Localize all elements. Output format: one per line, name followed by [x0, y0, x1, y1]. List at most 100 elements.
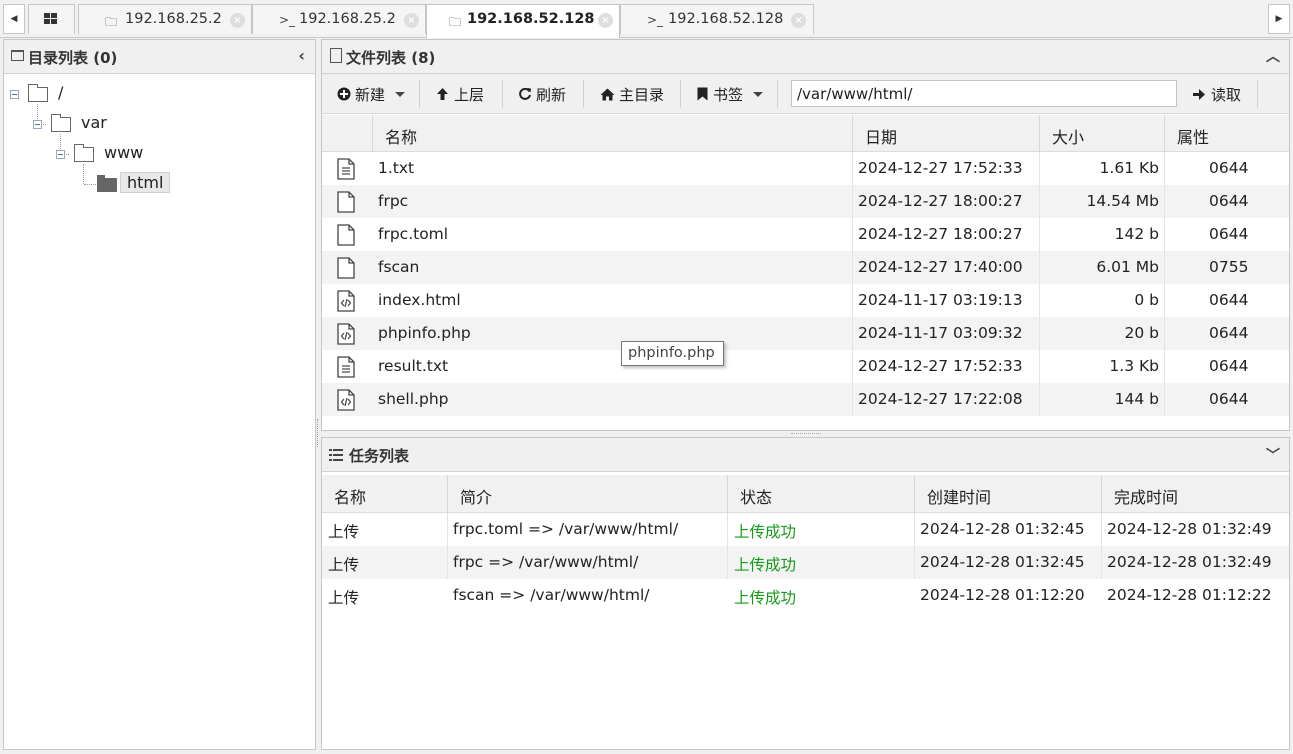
header-task-created[interactable]: 创建时间 — [915, 475, 1102, 513]
parent-dir-button[interactable]: 上层 — [436, 82, 484, 106]
path-input[interactable] — [791, 80, 1177, 107]
tab-scroll-left-button[interactable]: ◀ — [3, 4, 25, 34]
task-row[interactable]: 上传 fscan => /var/www/html/上传成功 2024-12-28 … — [322, 579, 1289, 612]
tab-label: 192.168.25.2 — [125, 11, 222, 27]
folder-open-icon — [97, 175, 117, 192]
file-name[interactable]: 1.txt — [378, 152, 414, 185]
plus-circle-icon — [337, 87, 351, 101]
chevron-down-icon — [395, 91, 406, 97]
task-panel: 任务列表 ﹀ 名称 简介 状态 创建时间 完成时间 上传 frpc.toml =>… — [321, 437, 1290, 750]
new-button[interactable]: 新建 — [337, 82, 406, 106]
toolbar-divider — [777, 80, 778, 108]
file-name[interactable]: phpinfo.php — [378, 317, 471, 350]
file-row[interactable]: 1.txt 2024-12-27 17:52:33 1.61 Kb 0644 — [322, 152, 1289, 185]
close-icon[interactable]: × — [791, 13, 806, 28]
file-date: 2024-12-27 18:00:27 — [858, 192, 1023, 210]
column-divider — [727, 513, 728, 579]
task-row[interactable]: 上传 frpc.toml => /var/www/html/上传成功 2024-12… — [322, 513, 1289, 546]
header-task-finished[interactable]: 完成时间 — [1102, 475, 1289, 513]
file-row[interactable]: shell.php 2024-12-27 17:22:08 144 b 0644 — [322, 383, 1289, 416]
task-status: 上传成功 — [734, 523, 797, 541]
file-row[interactable]: fscan 2024-12-27 17:40:00 6.01 Mb 0755 — [322, 251, 1289, 284]
file-name[interactable]: index.html — [378, 284, 461, 317]
file-row[interactable]: index.html 2024-11-17 03:19:13 0 b 0644 — [322, 284, 1289, 317]
refresh-button[interactable]: 刷新 — [518, 82, 566, 106]
task-created: 2024-12-28 01:32:45 — [920, 520, 1085, 538]
collapse-toggle-icon[interactable] — [56, 150, 65, 159]
file-name[interactable]: fscan — [378, 251, 419, 284]
bookmark-icon — [697, 87, 708, 101]
file-row[interactable]: frpc.toml 2024-12-27 18:00:27 142 b 0644 — [322, 218, 1289, 251]
bookmark-button[interactable]: 书签 — [697, 82, 764, 106]
header-task-status[interactable]: 状态 — [728, 475, 915, 513]
file-name[interactable]: frpc — [378, 185, 408, 218]
file-date: 2024-11-17 03:19:13 — [858, 291, 1023, 309]
tree-node-www[interactable]: www — [4, 142, 304, 166]
refresh-label: 刷新 — [536, 85, 567, 104]
file-name[interactable]: frpc.toml — [378, 218, 448, 251]
file-icon — [337, 191, 355, 213]
code-file-icon — [337, 323, 355, 345]
header-task-desc[interactable]: 简介 — [448, 475, 728, 513]
task-desc: frpc => /var/www/html/ — [453, 553, 639, 571]
file-attr: 0644 — [1209, 390, 1249, 408]
read-button[interactable]: 读取 — [1192, 82, 1241, 106]
collapse-up-icon[interactable]: ︿ — [1266, 46, 1280, 66]
terminal-icon: >_ — [647, 13, 664, 27]
file-row[interactable]: result.txt 2024-12-27 17:52:33 1.3 Kb 0644 — [322, 350, 1289, 383]
home-dir-button[interactable]: 主目录 — [600, 82, 664, 106]
close-icon[interactable]: × — [598, 13, 613, 28]
tree-node-var[interactable]: var — [4, 112, 304, 136]
file-row[interactable]: frpc 2024-12-27 18:00:27 14.54 Mb 0644 — [322, 185, 1289, 218]
tab-terminal-192-168-25-2[interactable]: >_ 192.168.25.2 × — [252, 4, 426, 34]
tab-scroll-right-button[interactable]: ▶ — [1268, 4, 1290, 34]
tree-node-html[interactable]: html — [4, 172, 304, 196]
splitter-grip[interactable] — [317, 419, 319, 447]
file-size: 1.61 Kb — [1099, 159, 1159, 177]
tree-node-label[interactable]: / — [58, 83, 63, 102]
file-attr: 0755 — [1209, 258, 1249, 276]
file-size: 20 b — [1124, 324, 1160, 342]
folder-icon: 🗀 — [105, 15, 118, 29]
header-name[interactable]: 名称 — [373, 115, 853, 152]
file-name[interactable]: shell.php — [378, 383, 448, 416]
toolbar-divider — [680, 80, 681, 108]
text-file-icon — [337, 158, 355, 180]
code-file-icon — [337, 389, 355, 411]
file-size: 142 b — [1114, 225, 1159, 243]
bookmark-label: 书签 — [713, 85, 744, 104]
tree-node-label[interactable]: www — [104, 143, 143, 162]
task-finished: 2024-12-28 01:32:49 — [1107, 553, 1272, 571]
task-status: 上传成功 — [734, 556, 797, 574]
task-row[interactable]: 上传 frpc => /var/www/html/上传成功 2024-12-28 0… — [322, 546, 1289, 579]
tree-node-label[interactable]: html — [120, 172, 171, 193]
close-icon[interactable]: × — [230, 13, 245, 28]
tree-node-root[interactable]: / — [4, 82, 304, 106]
tab-folder-192-168-25-2[interactable]: 🗀 192.168.25.2 × — [78, 4, 252, 34]
file-name[interactable]: result.txt — [378, 350, 448, 383]
header-task-name[interactable]: 名称 — [322, 475, 448, 513]
file-row[interactable]: phpinfo.php 2024-11-17 03:09:32 20 b 0644 — [322, 317, 1289, 350]
tab-terminal-192-168-52-128[interactable]: >_ 192.168.52.128 × — [620, 4, 814, 34]
tab-folder-192-168-52-128[interactable]: 🗀 192.168.52.128 × — [426, 4, 620, 38]
file-date: 2024-12-27 17:52:33 — [858, 159, 1023, 177]
header-date[interactable]: 日期 — [853, 115, 1040, 152]
collapse-toggle-icon[interactable] — [10, 90, 19, 99]
task-desc: fscan => /var/www/html/ — [453, 586, 650, 604]
collapse-left-icon[interactable]: ‹ — [298, 46, 305, 65]
read-label: 读取 — [1211, 85, 1242, 104]
splitter-grip[interactable] — [791, 433, 821, 435]
close-icon[interactable]: × — [404, 13, 419, 28]
collapse-toggle-icon[interactable] — [33, 120, 42, 129]
collapse-down-icon[interactable]: ﹀ — [1266, 445, 1280, 465]
tree-node-label[interactable]: var — [81, 113, 107, 132]
header-size[interactable]: 大小 — [1040, 115, 1165, 152]
toolbar-divider — [1257, 80, 1258, 108]
header-attr[interactable]: 属性 — [1165, 115, 1289, 152]
up-label: 上层 — [454, 85, 485, 104]
file-attr: 0644 — [1209, 324, 1249, 342]
file-attr: 0644 — [1209, 291, 1249, 309]
file-attr: 0644 — [1209, 192, 1249, 210]
file-table-header: 名称 日期 大小 属性 — [322, 115, 1289, 152]
tab-dashboard[interactable] — [28, 4, 75, 34]
